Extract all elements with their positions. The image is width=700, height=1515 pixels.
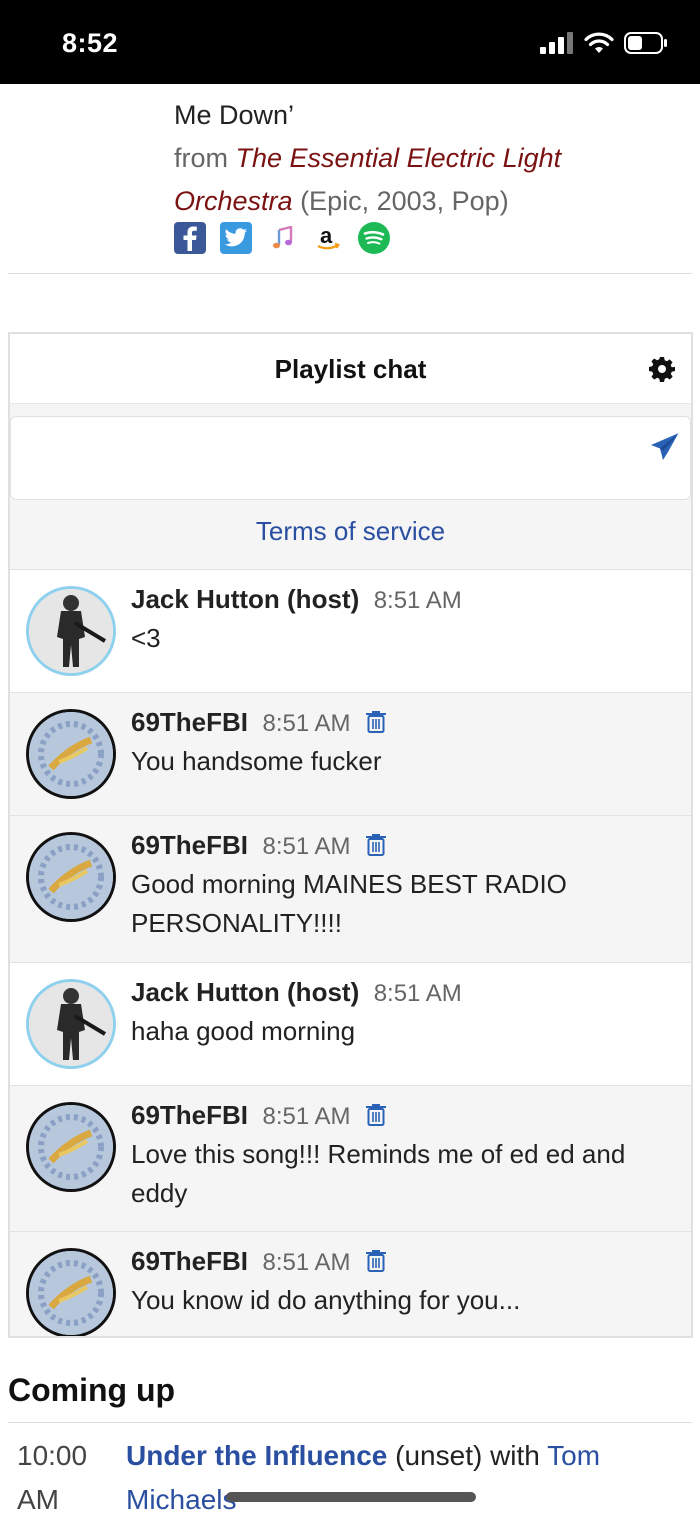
artwork-avatar-icon	[29, 1105, 113, 1189]
upcoming-time: 10:00 AM	[17, 1440, 88, 1515]
chat-message: 69TheFBI 8:51 AM You handsome fucker	[10, 693, 691, 816]
send-icon[interactable]	[650, 432, 680, 462]
spotify-icon[interactable]	[358, 222, 390, 254]
soldier-avatar-icon	[29, 589, 113, 673]
author-name[interactable]: Jack Hutton (host)	[131, 584, 359, 614]
status-icons	[540, 32, 668, 54]
message-time: 8:51 AM	[262, 1103, 351, 1130]
author-name[interactable]: Jack Hutton (host)	[131, 977, 359, 1007]
playlist-chat-panel: Playlist chat Terms of service Jack Hutt…	[8, 332, 693, 1338]
terms-of-service-link[interactable]: Terms of service	[10, 516, 691, 547]
avatar[interactable]	[26, 709, 116, 799]
home-indicator[interactable]	[226, 1492, 476, 1502]
show-link[interactable]: Under the Influence	[126, 1440, 387, 1471]
status-bar-shadow	[0, 84, 700, 92]
service-links: a	[174, 222, 390, 254]
chat-message: 69TheFBI 8:51 AM Love this song!!! Remin…	[10, 1086, 691, 1232]
facebook-icon[interactable]	[174, 222, 206, 254]
album-line: from The Essential Electric Light Orches…	[174, 137, 674, 223]
message-time: 8:51 AM	[262, 1249, 351, 1276]
chat-message: Jack Hutton (host) 8:51 AM haha good mor…	[10, 963, 691, 1086]
chat-header: Playlist chat	[10, 334, 691, 404]
author-name[interactable]: 69TheFBI	[131, 707, 248, 737]
message-text: haha good morning	[131, 1016, 356, 1046]
avatar[interactable]	[26, 1248, 116, 1336]
message-time: 8:51 AM	[373, 587, 462, 614]
song-title-tail: Me Down’	[174, 100, 295, 130]
chat-message-input[interactable]	[10, 416, 691, 500]
apple-music-icon[interactable]	[266, 222, 298, 254]
amazon-icon[interactable]: a	[312, 222, 344, 254]
message-text: Good morning MAINES BEST RADIO PERSONALI…	[131, 869, 567, 938]
gear-icon[interactable]	[649, 356, 675, 382]
message-text: You handsome fucker	[131, 746, 382, 776]
battery-icon	[624, 32, 667, 54]
message-text: <3	[131, 623, 161, 653]
divider	[8, 1422, 692, 1423]
author-name[interactable]: 69TheFBI	[131, 1100, 248, 1130]
message-time: 8:51 AM	[373, 980, 462, 1007]
svg-text:a: a	[320, 223, 333, 248]
avatar[interactable]	[26, 979, 116, 1069]
chat-message: Jack Hutton (host) 8:51 AM <3	[10, 570, 691, 693]
twitter-icon[interactable]	[220, 222, 252, 254]
chat-title: Playlist chat	[274, 354, 427, 384]
author-name[interactable]: 69TheFBI	[131, 830, 248, 860]
trash-icon[interactable]	[365, 1249, 387, 1273]
message-time: 8:51 AM	[262, 833, 351, 860]
trash-icon[interactable]	[365, 710, 387, 734]
chat-message: 69TheFBI 8:51 AM You know id do anything…	[10, 1232, 691, 1336]
soldier-avatar-icon	[29, 982, 113, 1066]
chat-compose: Terms of service	[10, 404, 691, 570]
divider	[8, 273, 692, 274]
artwork-avatar-icon	[29, 835, 113, 919]
album-meta: (Epic, 2003, Pop)	[300, 186, 509, 216]
artwork-avatar-icon	[29, 1251, 113, 1335]
artwork-avatar-icon	[29, 712, 113, 796]
message-time: 8:51 AM	[262, 710, 351, 737]
trash-icon[interactable]	[365, 833, 387, 857]
avatar[interactable]	[26, 586, 116, 676]
message-text: Love this song!!! Reminds me of ed ed an…	[131, 1139, 626, 1208]
avatar[interactable]	[26, 832, 116, 922]
message-text: You know id do anything for you...	[131, 1285, 521, 1315]
trash-icon[interactable]	[365, 1103, 387, 1127]
coming-up-heading: Coming up	[8, 1372, 176, 1408]
status-time: 8:52	[62, 28, 119, 58]
show-unset-label: (unset) with	[395, 1440, 540, 1471]
from-label: from	[174, 143, 228, 173]
wifi-icon	[584, 32, 614, 53]
upcoming-show: Under the Influence (unset) with Tom Mic…	[126, 1434, 666, 1515]
chat-message: 69TheFBI 8:51 AM Good morning MAINES BES…	[10, 816, 691, 963]
status-bar: 8:52	[0, 0, 700, 84]
avatar[interactable]	[26, 1102, 116, 1192]
author-name[interactable]: 69TheFBI	[131, 1246, 248, 1276]
now-playing-info: Me Down’ from The Essential Electric Lig…	[174, 94, 674, 223]
cellular-signal-icon	[540, 32, 573, 54]
